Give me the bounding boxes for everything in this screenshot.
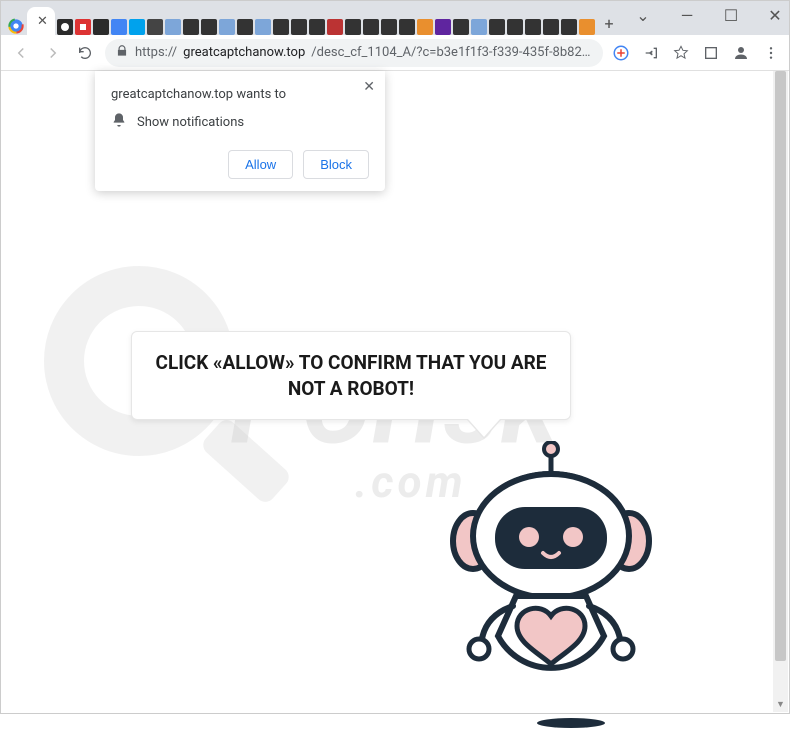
- permission-origin-text: greatcaptchanow.top wants to: [111, 87, 369, 102]
- tab-favicon[interactable]: [435, 19, 451, 35]
- robot-illustration: [421, 441, 681, 741]
- tab-favicon[interactable]: [399, 19, 415, 35]
- tab-favicon[interactable]: [93, 19, 109, 35]
- tab-favicon[interactable]: [165, 19, 181, 35]
- block-button[interactable]: Block: [303, 150, 369, 179]
- forward-button[interactable]: [41, 41, 65, 65]
- background-tabs: [57, 19, 595, 35]
- tab-favicon[interactable]: [561, 19, 577, 35]
- tab-favicon[interactable]: [183, 19, 199, 35]
- new-tab-button[interactable]: +: [597, 11, 621, 35]
- tab-favicon[interactable]: [525, 19, 541, 35]
- tab-favicon[interactable]: [291, 19, 307, 35]
- caret-down-icon[interactable]: ⌄: [621, 1, 665, 29]
- back-button[interactable]: [9, 41, 33, 65]
- window-titlebar: ✕: [1, 1, 789, 35]
- profile-avatar-icon[interactable]: [731, 43, 751, 63]
- scrollbar-thumb[interactable]: [775, 71, 786, 661]
- tab-favicon[interactable]: [381, 19, 397, 35]
- extensions-icon[interactable]: [701, 43, 721, 63]
- tab-favicon[interactable]: [219, 19, 235, 35]
- kebab-menu-icon[interactable]: [761, 43, 781, 63]
- tab-favicon[interactable]: [453, 19, 469, 35]
- tab-strip: ✕: [7, 1, 621, 35]
- tab-favicon[interactable]: [579, 19, 595, 35]
- watermark-magnifier-handle: [199, 416, 293, 506]
- notification-permission-prompt: ✕ greatcaptchanow.top wants to Show noti…: [95, 71, 385, 191]
- window-controls: ⌄ — ☐ ✕: [621, 1, 790, 35]
- bookmark-star-icon[interactable]: [671, 43, 691, 63]
- tab-favicon[interactable]: [417, 19, 433, 35]
- active-tab[interactable]: ✕: [27, 7, 55, 35]
- tab-favicon[interactable]: [327, 19, 343, 35]
- minimize-button[interactable]: —: [665, 1, 709, 29]
- arrow-left-icon: [12, 44, 30, 62]
- maximize-button[interactable]: ☐: [709, 1, 753, 29]
- tab-favicon[interactable]: [345, 19, 361, 35]
- tab-favicon[interactable]: [273, 19, 289, 35]
- tab-favicon[interactable]: [543, 19, 559, 35]
- speech-bubble-text: CLICK «ALLOW» TO CONFIRM THAT YOU ARE NO…: [156, 351, 547, 400]
- tab-favicon[interactable]: [75, 19, 91, 35]
- tab-favicon[interactable]: [255, 19, 271, 35]
- vertical-scrollbar[interactable]: ▲ ▼: [773, 71, 788, 712]
- tab-favicon[interactable]: [471, 19, 487, 35]
- tab-favicon[interactable]: [309, 19, 325, 35]
- tab-favicon[interactable]: [57, 19, 73, 35]
- tab-favicon[interactable]: [201, 19, 217, 35]
- url-host: greatcaptchanow.top: [183, 45, 305, 60]
- tab-favicon[interactable]: [237, 19, 253, 35]
- page-content: PCrisk .com ✕ greatcaptchanow.top wants …: [1, 71, 789, 713]
- lock-icon: [115, 44, 129, 62]
- share-icon[interactable]: [641, 43, 661, 63]
- speech-bubble: CLICK «ALLOW» TO CONFIRM THAT YOU ARE NO…: [131, 331, 571, 420]
- google-search-icon[interactable]: [611, 43, 631, 63]
- toolbar: https:// greatcaptchanow.top/desc_cf_1104…: [1, 35, 789, 71]
- tab-favicon[interactable]: [111, 19, 127, 35]
- scroll-down-icon[interactable]: ▼: [773, 697, 788, 712]
- url-protocol: https://: [135, 45, 177, 60]
- close-window-button[interactable]: ✕: [753, 1, 790, 29]
- tab-favicon[interactable]: [507, 19, 523, 35]
- arrow-right-icon: [44, 44, 62, 62]
- close-tab-icon[interactable]: ✕: [37, 14, 48, 29]
- tab-favicon[interactable]: [129, 19, 145, 35]
- toolbar-actions: [611, 43, 781, 63]
- tab-favicon[interactable]: [489, 19, 505, 35]
- allow-button[interactable]: Allow: [228, 150, 293, 179]
- tab-favicon-google[interactable]: [7, 17, 25, 35]
- tab-favicon[interactable]: [363, 19, 379, 35]
- permission-label: Show notifications: [137, 115, 244, 130]
- bell-icon: [111, 112, 127, 132]
- reload-icon: [77, 45, 93, 61]
- close-prompt-icon[interactable]: ✕: [363, 79, 375, 95]
- tab-favicon[interactable]: [147, 19, 163, 35]
- address-bar[interactable]: https:// greatcaptchanow.top/desc_cf_1104…: [105, 39, 603, 67]
- reload-button[interactable]: [73, 41, 97, 65]
- url-path: /desc_cf_1104_A/?c=b3e1f1f3-f339-435f-8b…: [311, 45, 593, 60]
